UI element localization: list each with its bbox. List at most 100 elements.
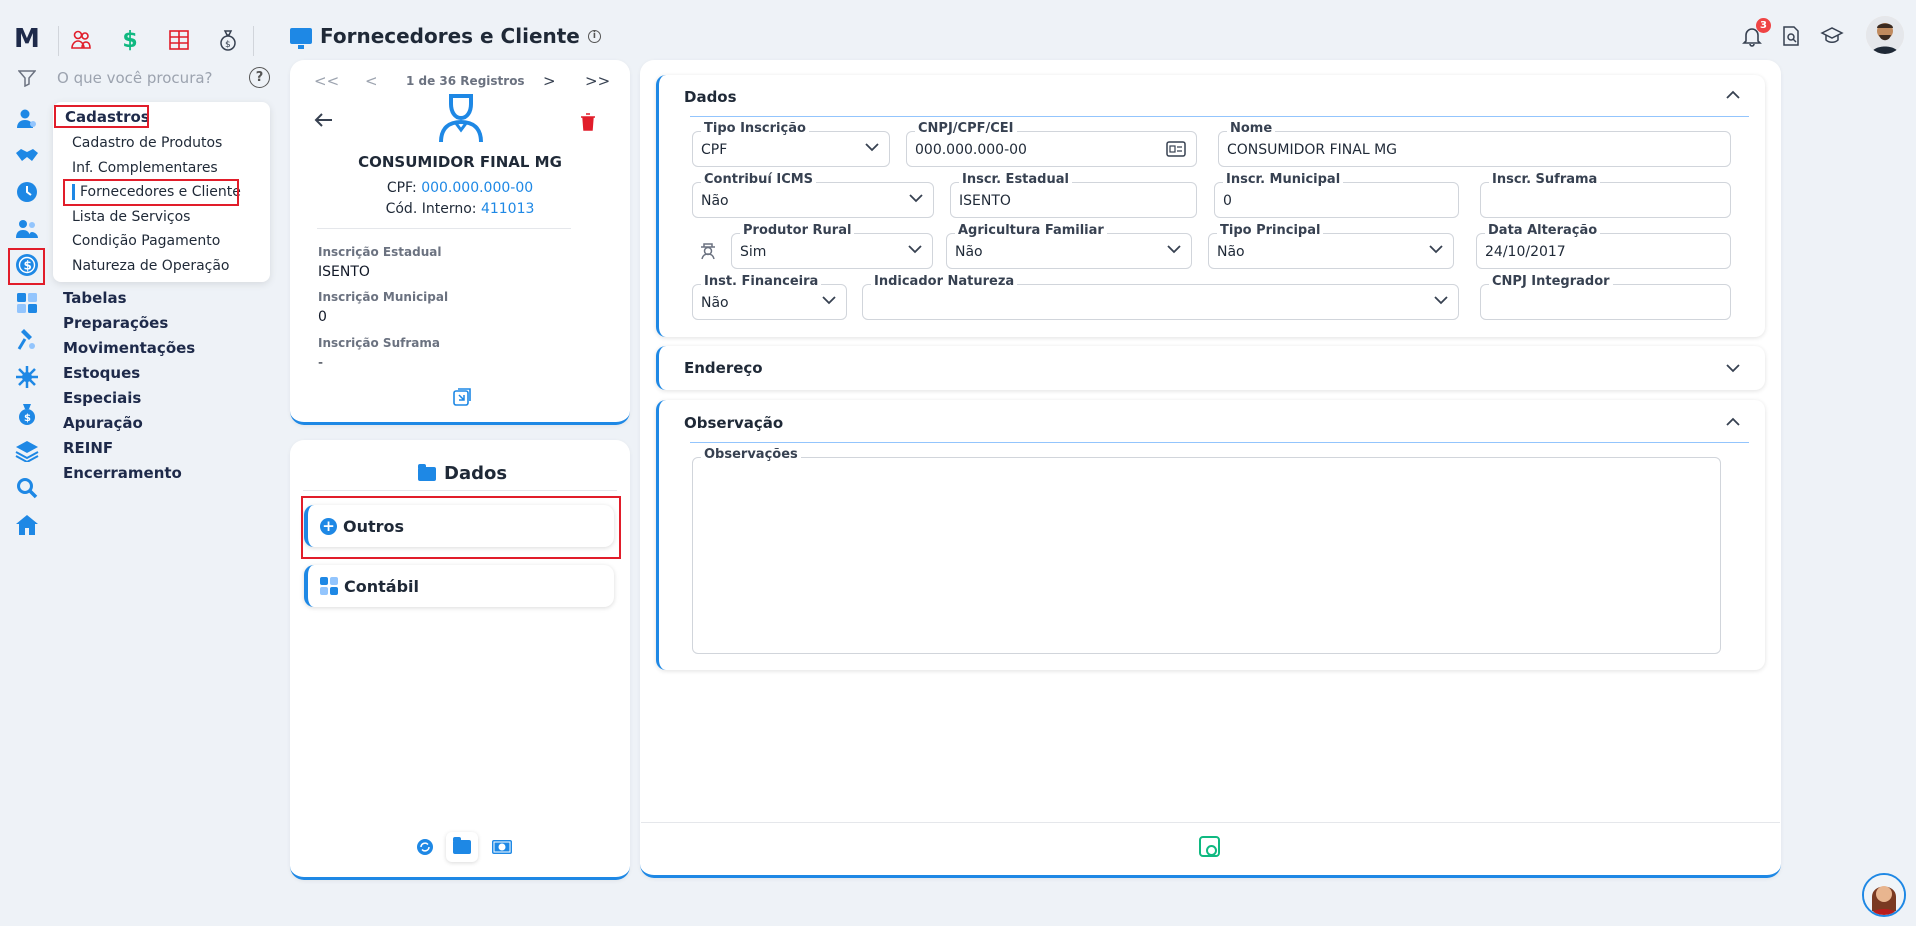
back-arrow-icon[interactable] [313,112,333,132]
chevron-down-icon [822,293,836,309]
menu-apuracao[interactable]: Apuração [63,414,143,432]
tax-bag-icon[interactable]: $ [14,402,40,426]
produtor-rural-value: Sim [740,244,767,260]
tipo-inscricao-label: Tipo Inscrição [701,121,809,136]
save-icon[interactable] [1199,836,1220,857]
report-search-icon[interactable] [1780,25,1802,51]
tipo-principal-select[interactable]: Tipo Principal Não [1208,223,1454,269]
network-icon[interactable] [14,365,40,389]
help-icon[interactable]: ? [249,67,270,88]
chevron-down-icon [865,140,879,156]
clock-icon[interactable] [14,180,40,204]
cnpj-cpf-field[interactable]: CNPJ/CPF/CEI 000.000.000-00 [906,121,1197,167]
inscr-estadual-field[interactable]: Inscr. Estadual ISENTO [950,172,1197,218]
contabil-button[interactable]: Contábil [304,565,614,607]
page-title: Fornecedores e Cliente i [290,24,601,49]
id-card-icon[interactable] [1166,141,1186,161]
endereco-section[interactable] [656,346,1765,390]
indicador-natureza-select[interactable]: Indicador Natureza [862,274,1459,320]
menu-preparacoes[interactable]: Preparações [63,314,168,332]
gavel-icon[interactable] [14,327,40,351]
data-alteracao-value: 24/10/2017 [1485,244,1566,260]
nav-last-button[interactable]: >> [585,72,610,90]
agricultura-familiar-value: Não [955,244,983,260]
agricultura-familiar-select[interactable]: Agricultura Familiar Não [946,223,1192,269]
chevron-up-icon[interactable] [1726,415,1740,431]
cnpj-integrador-label: CNPJ Integrador [1489,274,1613,289]
chevron-up-icon[interactable] [1726,88,1740,104]
submenu-lista-servicos[interactable]: Lista de Serviços [72,209,190,225]
contribui-icms-select[interactable]: Contribuí ICMS Não [692,172,934,218]
insc-suframa-label: Inscrição Suframa [318,336,440,350]
refresh-icon[interactable] [416,838,434,856]
menu-movimentacoes[interactable]: Movimentações [63,339,195,357]
inscr-suframa-label: Inscr. Suframa [1489,172,1601,187]
notification-bell-icon[interactable]: 3 [1741,18,1771,47]
search-input[interactable]: O que você procura? [57,69,213,87]
users-icon[interactable] [67,26,95,54]
app-logo[interactable]: M [14,24,40,54]
user-avatar[interactable] [1866,16,1904,54]
observacao-section-title[interactable]: Observação [684,414,783,432]
money-note-icon[interactable] [491,838,513,856]
svg-text:$: $ [225,40,231,50]
contribui-icms-value: Não [701,193,729,209]
home-icon[interactable] [14,513,40,537]
graduation-cap-icon[interactable] [1820,26,1844,50]
inst-financeira-select[interactable]: Inst. Financeira Não [692,274,847,320]
handshake-icon[interactable] [14,144,40,168]
menu-reinf[interactable]: REINF [63,439,113,457]
insc-municipal-value: 0 [318,309,327,325]
submenu-condicao-pagamento[interactable]: Condição Pagamento [72,233,220,249]
produtor-rural-select[interactable]: Produtor Rural Sim [731,223,933,269]
nav-next-button[interactable]: > [543,72,556,90]
money-bag-icon[interactable]: $ [214,26,242,54]
submenu-cadastro-produtos[interactable]: Cadastro de Produtos [72,135,222,151]
menu-tabelas[interactable]: Tabelas [63,289,127,307]
delete-trash-icon[interactable] [580,113,596,135]
observacoes-textarea[interactable]: Observações [692,447,1721,654]
calculator-icon[interactable] [14,291,40,315]
spreadsheet-icon[interactable] [165,26,193,54]
chevron-down-icon[interactable] [1726,361,1740,377]
nav-first-button[interactable]: << [314,72,339,90]
cpf-value: 000.000.000-00 [421,180,534,196]
inscr-municipal-field[interactable]: Inscr. Municipal 0 [1214,172,1459,218]
folder-icon [418,463,436,481]
person-bust-icon [437,92,485,148]
export-icon[interactable] [453,388,471,410]
tipo-inscricao-select[interactable]: Tipo Inscrição CPF [692,121,890,167]
assistant-avatar[interactable] [1862,873,1906,917]
data-alteracao-label: Data Alteração [1485,223,1601,238]
menu-estoques[interactable]: Estoques [63,364,140,382]
cnpj-integrador-field[interactable]: CNPJ Integrador [1480,274,1731,320]
magnifier-icon[interactable] [14,476,40,500]
divider [317,228,571,229]
chevron-down-icon [908,242,922,258]
dollar-icon[interactable]: $ [116,26,144,54]
info-icon[interactable]: i [587,29,601,43]
layers-icon[interactable] [14,439,40,463]
menu-especiais[interactable]: Especiais [63,389,141,407]
inscr-municipal-label: Inscr. Municipal [1223,172,1344,187]
contribui-icms-label: Contribuí ICMS [701,172,817,187]
folder-icon [453,837,471,854]
svg-text:$: $ [24,413,31,424]
toolbar-divider [253,26,254,56]
folder-tab-button[interactable] [446,832,478,862]
nome-field[interactable]: Nome CONSUMIDOR FINAL MG [1218,121,1731,167]
contabil-label: Contábil [344,576,419,596]
user-profile-icon[interactable] [14,107,40,131]
page-title-text: Fornecedores e Cliente [320,24,580,48]
filter-icon[interactable] [17,69,37,91]
cnpj-cpf-label: CNPJ/CPF/CEI [915,121,1017,136]
dados-section-title[interactable]: Dados [684,88,737,106]
nav-prev-button[interactable]: < [365,72,378,90]
submenu-inf-complementares[interactable]: Inf. Complementares [72,160,218,176]
people-icon[interactable] [14,217,40,241]
endereco-section-title[interactable]: Endereço [684,359,763,377]
data-alteracao-field[interactable]: Data Alteração 24/10/2017 [1476,223,1731,269]
submenu-natureza-operacao[interactable]: Natureza de Operação [72,258,230,274]
inscr-suframa-field[interactable]: Inscr. Suframa [1480,172,1731,218]
menu-encerramento[interactable]: Encerramento [63,464,182,482]
